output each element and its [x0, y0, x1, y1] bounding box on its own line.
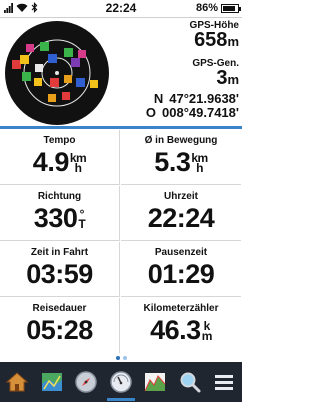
menu-button[interactable]	[207, 362, 242, 402]
field-number: 01:29	[147, 259, 215, 289]
menu-icon	[215, 375, 234, 390]
field-number: 22:24	[147, 203, 215, 233]
trip-computer-button[interactable]	[104, 362, 139, 402]
field-number: 03:59	[26, 259, 93, 289]
data-field-moving-average[interactable]: Ø in Bewegung 5.3 km h	[121, 130, 241, 185]
status-icons-right: 86%	[195, 2, 241, 14]
latitude-line: N 47°21.9638'	[146, 92, 239, 106]
field-unit-bottom: h	[74, 161, 82, 175]
gps-height-unit: m	[227, 34, 239, 49]
field-value: 22:24	[121, 202, 241, 234]
home-button[interactable]	[0, 362, 35, 402]
page-dot	[122, 356, 127, 360]
search-button[interactable]	[173, 362, 208, 402]
field-label: Ø in Bewegung	[144, 135, 218, 146]
gps-height-value: 658m	[194, 29, 239, 52]
data-field-speed[interactable]: Tempo 4.9 km h	[0, 130, 120, 185]
field-value: 4.9 km h	[0, 146, 119, 178]
compass-icon	[75, 371, 97, 393]
field-unit: km	[201, 320, 213, 343]
data-field-heading[interactable]: Richtung 330 ° T	[0, 186, 120, 241]
data-field-time-of-day[interactable]: Uhrzeit 22:24	[121, 186, 241, 241]
longitude-line: O 008°49.7418'	[146, 106, 239, 120]
battery-icon	[221, 3, 241, 13]
field-unit-bottom: h	[196, 161, 203, 175]
map-button[interactable]	[35, 362, 70, 402]
field-number: 46.3	[150, 315, 201, 345]
gps-height-number: 658	[194, 29, 228, 51]
field-value: 5.3 km h	[121, 146, 241, 178]
field-number: 330	[33, 203, 78, 233]
longitude-direction: O	[145, 105, 157, 120]
data-field-odometer[interactable]: Kilometerzähler 46.3 km	[121, 298, 241, 353]
field-unit: km h	[70, 152, 87, 175]
battery-fill	[223, 5, 235, 11]
field-value: 03:59	[0, 258, 119, 290]
field-label: Uhrzeit	[164, 191, 198, 202]
field-value: 46.3 km	[121, 314, 241, 346]
bottom-nav-bar	[0, 362, 242, 402]
field-unit: ° T	[78, 208, 86, 231]
trip-computer-icon	[110, 371, 132, 393]
field-number: 05:28	[26, 315, 93, 345]
status-bar: 22:24 86%	[0, 0, 242, 18]
map-icon	[41, 373, 62, 391]
field-unit-bottom: T	[78, 217, 86, 231]
gps-accuracy-unit: m	[227, 72, 239, 87]
home-icon	[5, 372, 29, 392]
field-label: Zeit in Fahrt	[30, 247, 89, 258]
field-value: 330 ° T	[0, 202, 119, 234]
search-icon	[180, 372, 201, 393]
panel-divider	[0, 126, 242, 129]
field-unit-bottom: m	[201, 329, 213, 343]
data-field-trip-time[interactable]: Reisedauer 05:28	[0, 298, 120, 353]
longitude-value: 008°49.7418'	[162, 105, 239, 120]
page-dot-active	[115, 356, 120, 360]
field-label: Tempo	[43, 135, 76, 146]
field-label: Richtung	[37, 191, 82, 202]
position-coordinates: N 47°21.9638' O 008°49.7418'	[146, 92, 239, 120]
field-unit: km h	[191, 152, 208, 175]
field-label: Reisedauer	[32, 303, 87, 314]
field-value: 01:29	[121, 258, 241, 290]
data-field-stopped-time[interactable]: Pausenzeit 01:29	[121, 242, 241, 297]
compass-button[interactable]	[69, 362, 104, 402]
field-value: 05:28	[0, 314, 119, 346]
elevation-plot-button[interactable]	[138, 362, 173, 402]
satellite-panel[interactable]: GPS-Höhe 658m GPS-Gen. 3m N 47°21.9638' …	[0, 18, 242, 126]
field-label: Pausenzeit	[154, 247, 208, 258]
elevation-plot-icon	[144, 373, 166, 392]
gps-accuracy-number: 3	[216, 67, 228, 89]
field-label: Kilometerzähler	[143, 303, 219, 314]
data-field-moving-time[interactable]: Zeit in Fahrt 03:59	[0, 242, 120, 297]
satellite-skyplot	[5, 21, 109, 125]
battery-percent: 86%	[195, 2, 218, 14]
field-number: 4.9	[32, 147, 70, 177]
gps-accuracy-value: 3m	[216, 67, 239, 90]
data-fields-grid: Tempo 4.9 km h Ø in Bewegung 5.3 km h Rich…	[0, 130, 242, 354]
latitude-value: 47°21.9638'	[169, 91, 239, 106]
latitude-direction: N	[153, 91, 164, 106]
field-number: 5.3	[154, 147, 191, 177]
